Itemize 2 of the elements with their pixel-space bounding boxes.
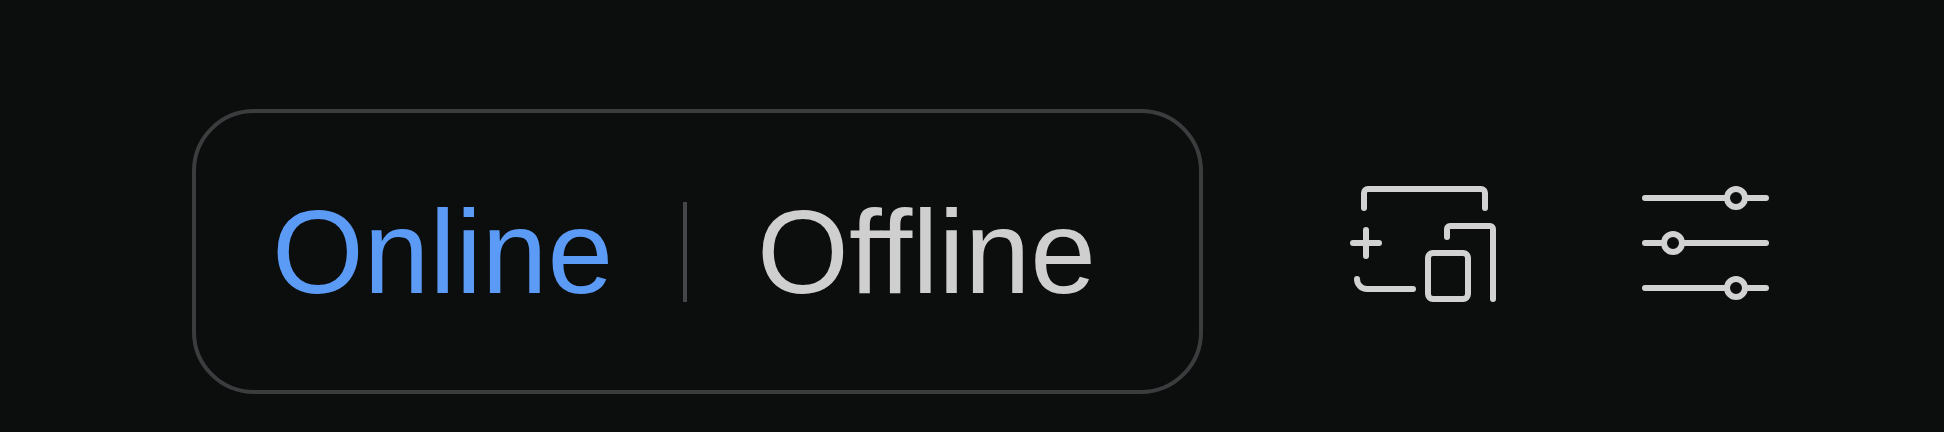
mode-tab[interactable]: Online	[272, 192, 614, 311]
mode-tab[interactable]: Offline	[757, 192, 1096, 311]
